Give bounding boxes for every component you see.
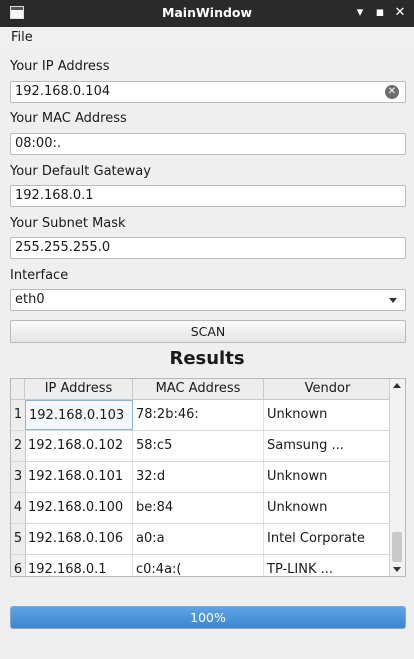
- cell-ip[interactable]: 192.168.0.1: [25, 555, 133, 576]
- cell-vendor[interactable]: Intel Corporate: [264, 524, 391, 554]
- ip-field[interactable]: 192.168.0.104 ✕: [10, 81, 406, 103]
- table-row[interactable]: 4 192.168.0.100 be:84 Unknown: [11, 493, 391, 524]
- row-number[interactable]: 2: [11, 431, 26, 461]
- gateway-label: Your Default Gateway: [10, 164, 151, 179]
- mac-label: Your MAC Address: [10, 111, 127, 126]
- cell-ip[interactable]: 192.168.0.103: [25, 400, 133, 430]
- cell-ip[interactable]: 192.168.0.102: [25, 431, 133, 461]
- row-number[interactable]: 3: [11, 462, 26, 492]
- scroll-down-icon[interactable]: [393, 567, 401, 572]
- scrollbar-thumb[interactable]: [392, 532, 402, 562]
- ip-label: Your IP Address: [10, 59, 110, 74]
- interface-select[interactable]: eth0: [10, 289, 406, 311]
- cell-mac[interactable]: a0:a: [133, 524, 264, 554]
- menu-bar: File: [0, 27, 414, 49]
- results-title: Results: [169, 348, 245, 369]
- cell-vendor[interactable]: Unknown: [264, 493, 391, 523]
- mac-field[interactable]: 08:00:.: [10, 133, 406, 155]
- cell-vendor[interactable]: Unknown: [264, 400, 391, 430]
- menu-file[interactable]: File: [11, 30, 33, 45]
- close-icon[interactable]: ✕: [391, 4, 409, 22]
- interface-value: eth0: [15, 292, 45, 307]
- table-row[interactable]: 1 192.168.0.103 78:2b:46: Unknown: [11, 400, 391, 431]
- scroll-up-icon[interactable]: [393, 383, 401, 388]
- table-row[interactable]: 5 192.168.0.106 a0:a Intel Corporate: [11, 524, 391, 555]
- subnet-field[interactable]: 255.255.255.0: [10, 237, 406, 259]
- gateway-field[interactable]: 192.168.0.1: [10, 185, 406, 207]
- minimize-icon[interactable]: ▾: [351, 4, 369, 22]
- title-bar: MainWindow ▾ ▪ ✕: [0, 0, 414, 27]
- subnet-label: Your Subnet Mask: [10, 216, 126, 231]
- ip-value: 192.168.0.104: [15, 84, 111, 99]
- maximize-icon[interactable]: ▪: [371, 4, 389, 22]
- cell-mac[interactable]: c0:4a:(: [133, 555, 264, 576]
- header-vendor[interactable]: Vendor: [264, 379, 391, 399]
- subnet-value: 255.255.255.0: [15, 240, 111, 255]
- clear-icon[interactable]: ✕: [385, 85, 399, 99]
- progress-text: 100%: [190, 610, 226, 625]
- progress-bar: 100%: [10, 606, 406, 629]
- corner-header: [11, 379, 25, 399]
- cell-ip[interactable]: 192.168.0.101: [25, 462, 133, 492]
- vertical-scrollbar[interactable]: [389, 379, 405, 576]
- cell-ip[interactable]: 192.168.0.106: [25, 524, 133, 554]
- cell-ip[interactable]: 192.168.0.100: [25, 493, 133, 523]
- table-row[interactable]: 6 192.168.0.1 c0:4a:( TP-LINK ...: [11, 555, 391, 576]
- row-number[interactable]: 6: [11, 555, 26, 576]
- header-ip[interactable]: IP Address: [25, 379, 133, 399]
- cell-vendor[interactable]: TP-LINK ...: [264, 555, 391, 576]
- cell-vendor[interactable]: Samsung ...: [264, 431, 391, 461]
- scan-button[interactable]: SCAN: [10, 320, 406, 343]
- table-header: IP Address MAC Address Vendor: [11, 379, 391, 400]
- gateway-value: 192.168.0.1: [15, 188, 94, 203]
- results-table: IP Address MAC Address Vendor 1 192.168.…: [10, 378, 406, 577]
- header-mac[interactable]: MAC Address: [133, 379, 264, 399]
- table-row[interactable]: 2 192.168.0.102 58:c5 Samsung ...: [11, 431, 391, 462]
- cell-mac[interactable]: 32:d: [133, 462, 264, 492]
- row-number[interactable]: 1: [11, 400, 26, 430]
- interface-label: Interface: [10, 268, 69, 283]
- mac-value: 08:00:.: [15, 136, 61, 151]
- row-number[interactable]: 4: [11, 493, 26, 523]
- cell-mac[interactable]: 58:c5: [133, 431, 264, 461]
- cell-mac[interactable]: be:84: [133, 493, 264, 523]
- chevron-down-icon: [389, 298, 397, 303]
- cell-vendor[interactable]: Unknown: [264, 462, 391, 492]
- row-number[interactable]: 5: [11, 524, 26, 554]
- table-row[interactable]: 3 192.168.0.101 32:d Unknown: [11, 462, 391, 493]
- cell-mac[interactable]: 78:2b:46:: [133, 400, 264, 430]
